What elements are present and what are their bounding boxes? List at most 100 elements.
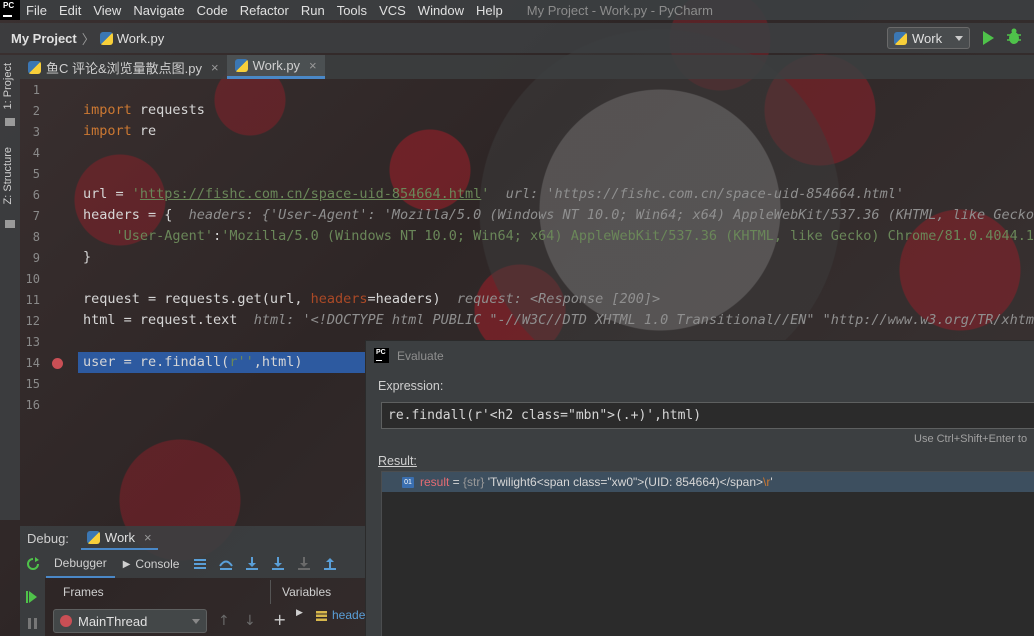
line-number: 14 [25,356,40,370]
folder-icon [5,118,15,126]
python-file-icon [99,31,113,45]
result-label: Result: [378,454,417,468]
menu-refactor[interactable]: Refactor [234,3,295,18]
inline-debug-value: request: <Response [200]> [456,291,661,307]
result-type: {str} [463,475,485,489]
close-icon[interactable]: × [211,60,219,75]
result-value: 'Twilight6<span class="xw0">(UID: 854664… [487,475,764,489]
menu-window[interactable]: Window [412,3,470,18]
line-number: 9 [32,251,40,265]
tab-label: 鱼C 评论&浏览量散点图.py [46,60,203,76]
thread-status-icon [60,615,72,627]
code-line-11: request = requests.get(url, headers=head… [83,291,661,307]
line-number: 10 [25,272,40,286]
code-line-6: url = 'https://fishc.com.cn/space-uid-85… [83,186,904,202]
thread-select[interactable]: MainThread [53,609,207,633]
breadcrumb-project[interactable]: My Project [11,31,77,46]
resume-icon[interactable] [29,591,37,603]
code-line-9: } [83,249,92,265]
breadcrumb-separator-icon: 〉 [81,31,95,47]
result-row[interactable]: 01 result = {str} 'Twilight6<span class=… [382,472,1034,492]
menu-file[interactable]: File [20,3,53,18]
python-file-icon [28,60,41,74]
console-icon: ▶ [122,558,131,570]
code-line-2: import requests [83,102,205,118]
evaluate-shortcut-hint: Use Ctrl+Shift+Enter to [914,433,1028,445]
step-out-icon[interactable] [322,557,338,571]
variable-name[interactable]: heade [332,608,365,622]
tab-scatter-py[interactable]: 鱼C 评论&浏览量散点图.py × [20,55,227,79]
run-configuration-label: Work [912,30,943,46]
editor-tab-bar: 鱼C 评论&浏览量散点图.py × Work.py × [20,55,1034,79]
tab-console[interactable]: ▶ Console [115,550,188,578]
debug-session-tab[interactable]: Work × [80,526,158,550]
dialog-title-bar[interactable]: PC Evaluate [374,348,444,363]
menu-view[interactable]: View [87,3,127,18]
menu-vcs[interactable]: VCS [373,3,412,18]
line-number: 13 [25,335,40,349]
structure-tool-tab[interactable]: Z: Structure [2,147,14,204]
run-icon[interactable] [983,31,994,45]
code-line-14: user = re.findall(r'',html) [83,354,303,370]
expression-input[interactable]: re.findall(r'<h2 class="mbn">(.+)',html) [381,402,1034,429]
expand-arrow-icon[interactable]: ▶ [296,608,303,618]
step-into-my-code-icon[interactable] [270,557,286,571]
thread-name: MainThread [78,613,148,629]
menu-code[interactable]: Code [191,3,234,18]
frames-header: Frames [63,585,104,599]
menu-navigate[interactable]: Navigate [127,3,190,18]
line-number: 7 [32,209,40,223]
force-step-into-icon[interactable] [296,557,312,571]
step-into-icon[interactable] [244,557,260,571]
dialog-title: Evaluate [397,348,444,363]
inline-debug-value: headers: {'User-Agent': 'Mozilla/5.0 (Wi… [188,207,1034,223]
left-tool-strip: 1: Project Z: Structure [0,55,20,520]
menu-run[interactable]: Run [295,3,331,18]
code-line-7: headers = { headers: {'User-Agent': 'Moz… [83,205,1034,226]
up-arrow-icon[interactable]: ↑ [218,613,230,629]
debug-side-toolbar [20,578,45,636]
inline-debug-value: url: 'https://fishc.com.cn/space-uid-854… [505,186,904,202]
variables-header: Variables [270,580,365,604]
expression-label: Expression: [378,379,444,393]
breadcrumb-file[interactable]: Work.py [117,31,164,46]
close-icon[interactable]: × [144,530,152,545]
window-title: My Project - Work.py - PyCharm [526,2,713,18]
line-number: 8 [32,230,40,244]
debug-tool-window-header: Debug: Work × [20,526,365,550]
tab-label: Work.py [252,58,301,73]
project-tool-tab[interactable]: 1: Project [2,63,14,109]
line-number: 6 [32,188,40,202]
inline-debug-value: html: '<!DOCTYPE html PUBLIC "-//W3C//DT… [253,312,1034,328]
add-watch-icon[interactable]: + [273,610,286,629]
python-file-icon [234,59,248,72]
tab-debugger[interactable]: Debugger [46,550,115,578]
line-number: 2 [32,104,40,118]
result-tree[interactable]: 01 result = {str} 'Twilight6<span class=… [381,471,1034,636]
menu-tools[interactable]: Tools [331,3,373,18]
close-icon[interactable]: × [309,58,317,73]
line-number: 4 [32,146,40,160]
dict-variable-icon [316,611,327,621]
code-line-12: html = request.text html: '<!DOCTYPE htm… [83,310,1034,331]
evaluate-dialog: PC Evaluate Expression: re.findall(r'<h2… [365,340,1034,636]
debug-tabs: Debugger ▶ Console [20,550,365,578]
url-link[interactable]: https://fishc.com.cn/space-uid-854664.ht… [140,186,481,202]
rerun-icon[interactable] [25,557,41,571]
menu-help[interactable]: Help [470,3,509,18]
debug-bug-icon[interactable] [1006,28,1022,46]
line-number: 3 [32,125,40,139]
pause-icon[interactable] [28,618,37,629]
run-configuration-select[interactable]: Work [887,27,970,49]
breakpoint-icon[interactable] [52,358,63,369]
tab-work-py[interactable]: Work.py × [226,55,325,79]
debug-label: Debug: [27,530,69,546]
debug-session-label: Work [104,529,136,545]
result-name: result [420,475,450,489]
code-line-3: import re [83,123,157,139]
structure-icon [5,220,15,228]
down-arrow-icon[interactable]: ↓ [244,613,256,629]
menu-lines-icon[interactable] [192,557,208,571]
menu-edit[interactable]: Edit [53,3,87,18]
step-over-icon[interactable] [218,557,234,571]
